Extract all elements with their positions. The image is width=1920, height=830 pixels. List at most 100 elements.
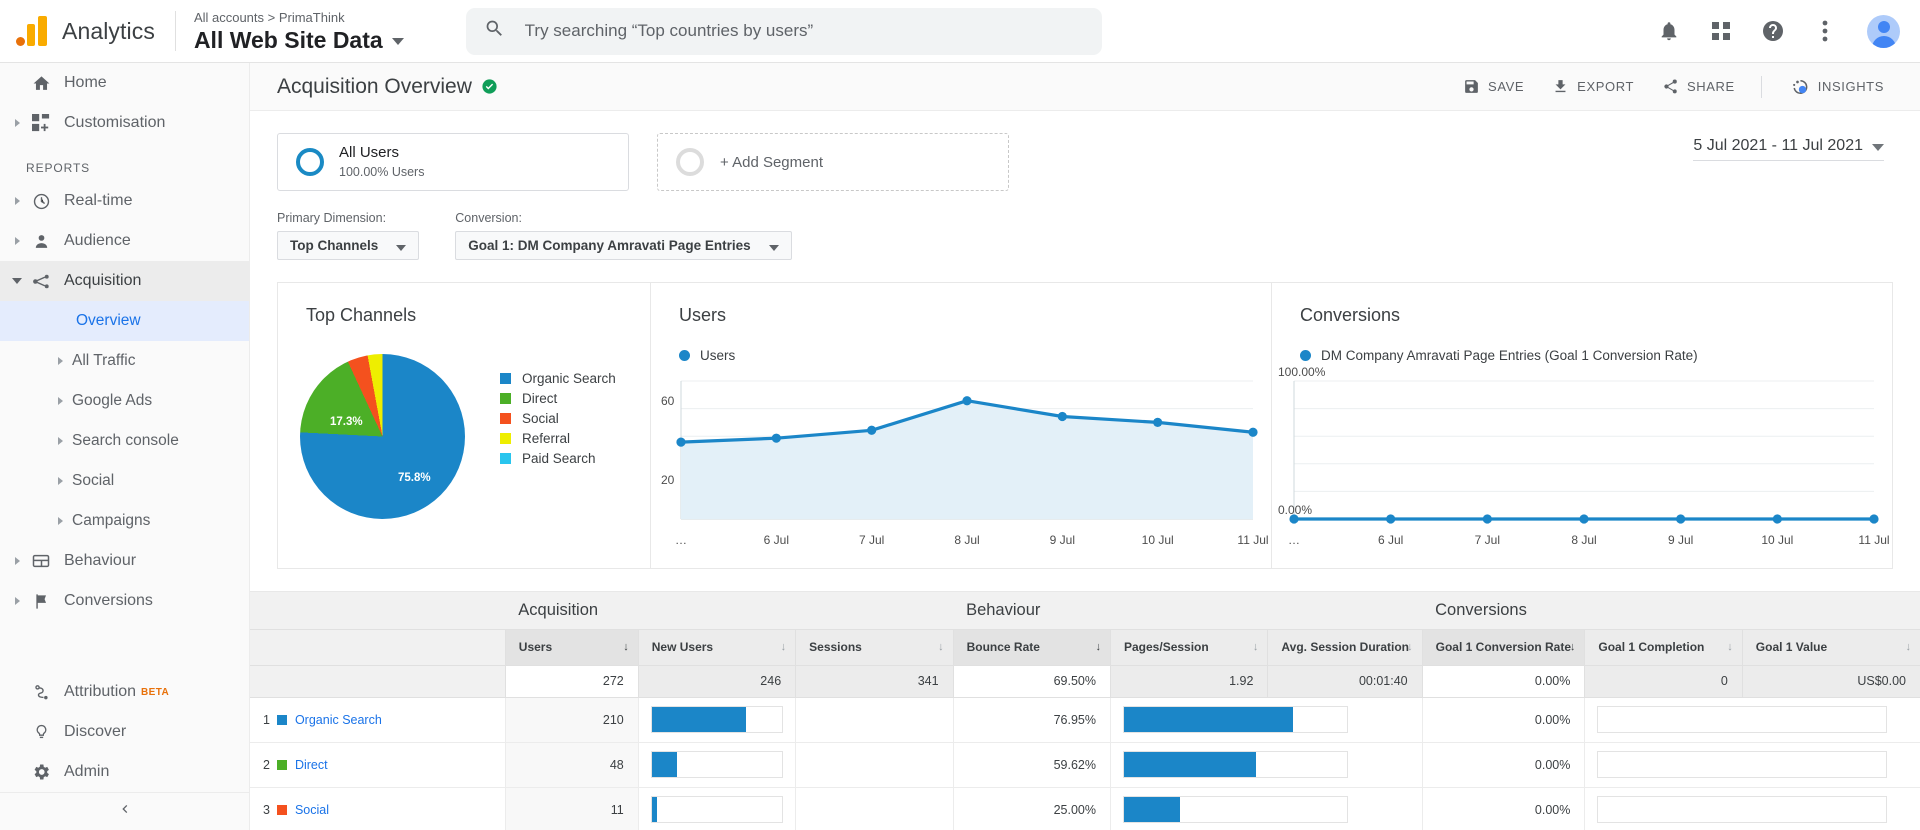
legend-label: Referral <box>522 430 571 446</box>
top-channels-pie-chart[interactable] <box>300 354 465 519</box>
bell-icon[interactable] <box>1655 17 1683 45</box>
date-range-picker[interactable]: 5 Jul 2021 - 11 Jul 2021 <box>1693 137 1884 161</box>
column-header-avg-session-duration[interactable]: Avg. Session Duration ↓ <box>1267 629 1423 666</box>
totals-avg-session-duration: 00:01:40 <box>1267 665 1423 698</box>
column-header-pages-session[interactable]: Pages/Session ↓ <box>1109 629 1268 666</box>
column-header-new-users[interactable]: New Users ↓ <box>637 629 796 666</box>
clock-icon <box>24 192 58 211</box>
sidebar-item-home[interactable]: Home <box>0 63 249 103</box>
legend-dot-icon <box>679 350 690 361</box>
customisation-icon <box>24 114 58 132</box>
sidebar-collapse-button[interactable] <box>0 792 250 830</box>
sidebar-item-realtime[interactable]: Real-time <box>0 181 249 221</box>
legend-item-direct[interactable]: Direct <box>500 388 616 408</box>
column-header-goal1-value[interactable]: Goal 1 Value ↓ <box>1741 629 1920 666</box>
sidebar-subitem-label: Social <box>72 472 115 489</box>
column-header-sessions[interactable]: Sessions ↓ <box>795 629 954 666</box>
chevron-right-icon <box>10 557 24 565</box>
row-bounce-rate: 25.00% <box>952 787 1111 830</box>
channel-link[interactable]: Social <box>295 803 329 817</box>
card-title: Users <box>679 305 727 325</box>
sidebar-item-audience[interactable]: Audience <box>0 221 249 261</box>
gear-icon <box>24 762 58 782</box>
sidebar-item-attribution[interactable]: Attribution BETA <box>0 672 250 712</box>
users-chart[interactable]: 60 20 … 6 Jul 7 Jul 8 Jul 9 Jul 10 Jul 11 Jul <box>651 369 1271 549</box>
conversion-label: Conversion: <box>455 211 522 225</box>
avatar[interactable] <box>1867 14 1900 48</box>
sidebar-subitem-campaigns[interactable]: Campaigns <box>0 501 249 541</box>
totals-pages-session: 1.92 <box>1109 665 1268 698</box>
legend-swatch <box>500 432 511 444</box>
legend-item-social[interactable]: Social <box>500 408 616 428</box>
help-icon[interactable] <box>1759 17 1787 45</box>
more-vert-icon[interactable] <box>1811 17 1839 45</box>
legend-item-organic-search[interactable]: Organic Search <box>500 368 616 388</box>
x-axis-tick: 7 Jul <box>858 533 885 547</box>
sidebar-subitem-google-ads[interactable]: Google Ads <box>0 381 249 421</box>
column-header-goal1-completion[interactable]: Goal 1 Completion ↓ <box>1584 629 1743 666</box>
sidebar-item-customisation[interactable]: Customisation <box>0 103 249 143</box>
channel-swatch <box>276 805 287 816</box>
brand-title: Analytics <box>62 17 155 44</box>
brand-divider <box>174 11 176 51</box>
sidebar-section-reports: REPORTS <box>26 161 91 175</box>
column-header-users[interactable]: Users ↓ <box>504 629 639 666</box>
sidebar-subitem-search-console[interactable]: Search console <box>0 421 249 461</box>
sort-arrow-icon: ↓ <box>1727 641 1733 653</box>
group-header-acquisition: Acquisition <box>505 592 954 630</box>
conversion-select[interactable]: Goal 1: DM Company Amravati Page Entries <box>455 231 792 260</box>
channel-link[interactable]: Direct <box>295 758 328 772</box>
sidebar-item-conversions[interactable]: Conversions <box>0 581 249 621</box>
sidebar-item-discover[interactable]: Discover <box>0 712 250 752</box>
sidebar-subitem-overview[interactable]: Overview <box>0 301 249 341</box>
row-users: 48 <box>504 742 639 788</box>
row-pages-session-bar <box>1110 742 1423 788</box>
row-pages-session-bar <box>1110 787 1423 830</box>
insights-button[interactable]: INSIGHTS <box>1790 77 1884 97</box>
column-label: Pages/Session <box>1124 640 1209 654</box>
search-box[interactable] <box>465 7 1102 55</box>
summary-cards: Top Channels 75.8% 17.3% Organic Search … <box>277 282 1893 569</box>
search-input[interactable] <box>522 20 1084 42</box>
sidebar-item-behaviour[interactable]: Behaviour <box>0 541 249 581</box>
sidebar-item-acquisition[interactable]: Acquisition <box>0 261 249 301</box>
share-button[interactable]: SHARE <box>1662 78 1735 95</box>
legend-dot-icon <box>1300 350 1311 361</box>
sidebar-item-admin[interactable]: Admin <box>0 752 250 792</box>
group-header-conversions: Conversions <box>1422 592 1920 630</box>
legend-item-referral[interactable]: Referral <box>500 428 616 448</box>
actions-divider <box>1760 75 1762 98</box>
users-card: Users Users 60 20 … 6 Jul 7 Jul 8 Jul 9 Jul 10 … <box>650 283 1271 568</box>
primary-dimension-select[interactable]: Top Channels <box>277 231 420 260</box>
account-selector[interactable]: All accounts > PrimaThink All Web Site D… <box>194 9 404 54</box>
legend-swatch <box>500 452 511 464</box>
row-new-users-bar <box>637 742 796 788</box>
export-button[interactable]: EXPORT <box>1552 78 1634 95</box>
segment-all-users[interactable]: All Users 100.00% Users <box>277 133 629 191</box>
table-row[interactable]: 1 Organic Search 210 76.95% 0.00% <box>250 697 1920 743</box>
apps-grid-icon[interactable] <box>1707 17 1735 45</box>
sidebar-subitem-label: Search console <box>72 432 179 449</box>
chevron-right-icon <box>10 237 24 245</box>
row-bounce-rate: 76.95% <box>952 697 1111 743</box>
sidebar-subitem-social[interactable]: Social <box>0 461 249 501</box>
y-axis-tick: 0.00% <box>1278 503 1313 517</box>
table-row[interactable]: 3 Social 11 25.00% 0.00% <box>250 787 1920 830</box>
save-button[interactable]: SAVE <box>1463 78 1524 95</box>
person-icon <box>24 232 58 251</box>
topbar-icon-group <box>1655 14 1920 48</box>
primary-dimension-group: Primary Dimension: Top Channels <box>277 211 420 260</box>
add-segment-button[interactable]: + Add Segment <box>657 133 1009 191</box>
sidebar-item-label: Audience <box>64 232 131 249</box>
pie-slice-label-organic: 75.8% <box>398 472 431 484</box>
table-row[interactable]: 2 Direct 48 59.62% 0.00% <box>250 742 1920 788</box>
channel-link[interactable]: Organic Search <box>295 713 382 727</box>
conversions-chart[interactable]: 100.00% 0.00% … 6 Jul 7 Jul 8 Jul 9 Jul 10 Jul 1… <box>1272 365 1892 549</box>
chevron-left-icon <box>117 801 133 822</box>
legend-item-paid-search[interactable]: Paid Search <box>500 448 616 468</box>
sidebar-subitem-all-traffic[interactable]: All Traffic <box>0 341 249 381</box>
column-label: Goal 1 Conversion Rate <box>1435 640 1572 654</box>
sidebar-item-label: Admin <box>64 763 110 780</box>
column-header-bounce-rate[interactable]: Bounce Rate ↓ <box>952 629 1111 666</box>
column-header-goal1-conversion-rate[interactable]: Goal 1 Conversion Rate ↓ <box>1421 629 1585 666</box>
